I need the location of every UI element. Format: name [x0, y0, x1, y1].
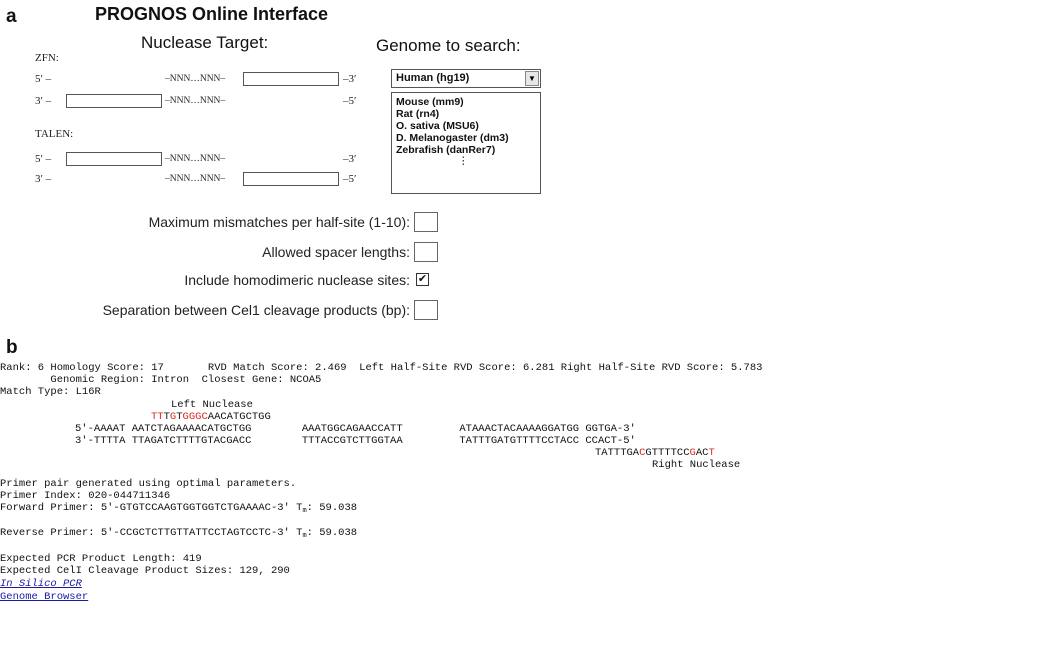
zfn-5prime-right-input[interactable] [243, 72, 339, 86]
forward-primer: Forward Primer: 5'-GTGTCCAAGTGGTGGTCTGAA… [0, 502, 358, 515]
right-nuclease-label: Right Nuclease [652, 459, 741, 471]
match-type: Match Type: L16R [0, 386, 101, 398]
zfn-row2-spacer: –NNN…NNN– [165, 96, 226, 106]
genome-heading: Genome to search: [376, 36, 521, 55]
right-nuclease-sequence: TATTTGACGTTTTCCGACT [595, 447, 715, 459]
talen-3prime-right-input[interactable] [243, 172, 339, 186]
homodimeric-checkbox[interactable]: ✔ [416, 273, 429, 286]
result-header-line2: Genomic Region: Intron Closest Gene: NCO… [0, 374, 322, 386]
sequence-top-strand: 5'-AAAAT AATCTAGAAAACATGCTGG AAATGGCAGAA… [75, 423, 636, 435]
genome-option-dmelanogaster[interactable]: D. Melanogaster (dm3) [396, 132, 540, 144]
zfn-row1-spacer: –NNN…NNN– [165, 74, 226, 84]
genome-options-list[interactable]: Mouse (mm9) Rat (rn4) O. sativa (MSU6) D… [391, 92, 541, 194]
more-options-icon: ⋮ [458, 155, 469, 167]
in-silico-pcr-link[interactable]: In Silico PCR [0, 578, 82, 590]
chevron-down-icon[interactable]: ▼ [525, 71, 539, 86]
max-mismatches-input[interactable] [414, 212, 438, 232]
nuclease-target-heading: Nuclease Target: [141, 33, 269, 52]
left-nuclease-label: Left Nuclease [171, 399, 253, 411]
talen-row2-prefix: 3′ – [35, 173, 52, 185]
talen-row1-prefix: 5′ – [35, 153, 52, 165]
genome-select[interactable]: Human (hg19) ▼ [391, 69, 541, 88]
zfn-row2-suffix: –5′ [343, 95, 357, 107]
genome-option-osativa[interactable]: O. sativa (MSU6) [396, 120, 540, 132]
primer-pair-note: Primer pair generated using optimal para… [0, 478, 297, 490]
primer-index: Primer Index: 020-044711346 [0, 490, 171, 502]
homodimeric-label: Include homodimeric nuclease sites: [184, 272, 410, 288]
left-nuclease-sequence: TTTGTGGGCAACATGCTGG [151, 411, 271, 423]
spacer-lengths-input[interactable] [414, 242, 438, 262]
genome-option-mouse[interactable]: Mouse (mm9) [396, 96, 540, 108]
cel1-separation-label: Separation between Cel1 cleavage product… [102, 302, 410, 318]
zfn-3prime-left-input[interactable] [66, 94, 162, 108]
talen-row1-suffix: –3′ [343, 153, 357, 165]
result-header-line1: Rank: 6 Homology Score: 17 RVD Match Sco… [0, 362, 763, 374]
talen-row2-suffix: –5′ [343, 173, 357, 185]
talen-row2-spacer: –NNN…NNN– [165, 174, 226, 184]
zfn-row1-suffix: –3′ [343, 73, 357, 85]
sequence-bottom-strand: 3'-TTTTA TTAGATCTTTTGTACGACC TTTACCGTCTT… [75, 435, 636, 447]
zfn-row2-prefix: 3′ – [35, 95, 52, 107]
genome-selected-value: Human (hg19) [396, 72, 470, 84]
talen-row1-spacer: –NNN…NNN– [165, 154, 226, 164]
check-icon: ✔ [417, 273, 428, 285]
talen-5prime-left-input[interactable] [66, 152, 162, 166]
reverse-primer: Reverse Primer: 5'-CCGCTCTTGTTATTCCTAGTC… [0, 527, 358, 540]
cel1-separation-input[interactable] [414, 300, 438, 320]
panel-a-letter: a [6, 6, 17, 27]
pcr-product-length: Expected PCR Product Length: 419 [0, 553, 202, 565]
max-mismatches-label: Maximum mismatches per half-site (1-10): [148, 214, 410, 230]
spacer-lengths-label: Allowed spacer lengths: [262, 244, 410, 260]
panel-b-letter: b [6, 337, 18, 358]
zfn-row1-prefix: 5′ – [35, 73, 52, 85]
genome-option-rat[interactable]: Rat (rn4) [396, 108, 540, 120]
zfn-label: ZFN: [35, 52, 59, 64]
page-title: PROGNOS Online Interface [95, 4, 329, 24]
cleavage-product-sizes: Expected CelI Cleavage Product Sizes: 12… [0, 565, 290, 577]
talen-label: TALEN: [35, 128, 74, 140]
genome-browser-link[interactable]: Genome Browser [0, 591, 88, 603]
